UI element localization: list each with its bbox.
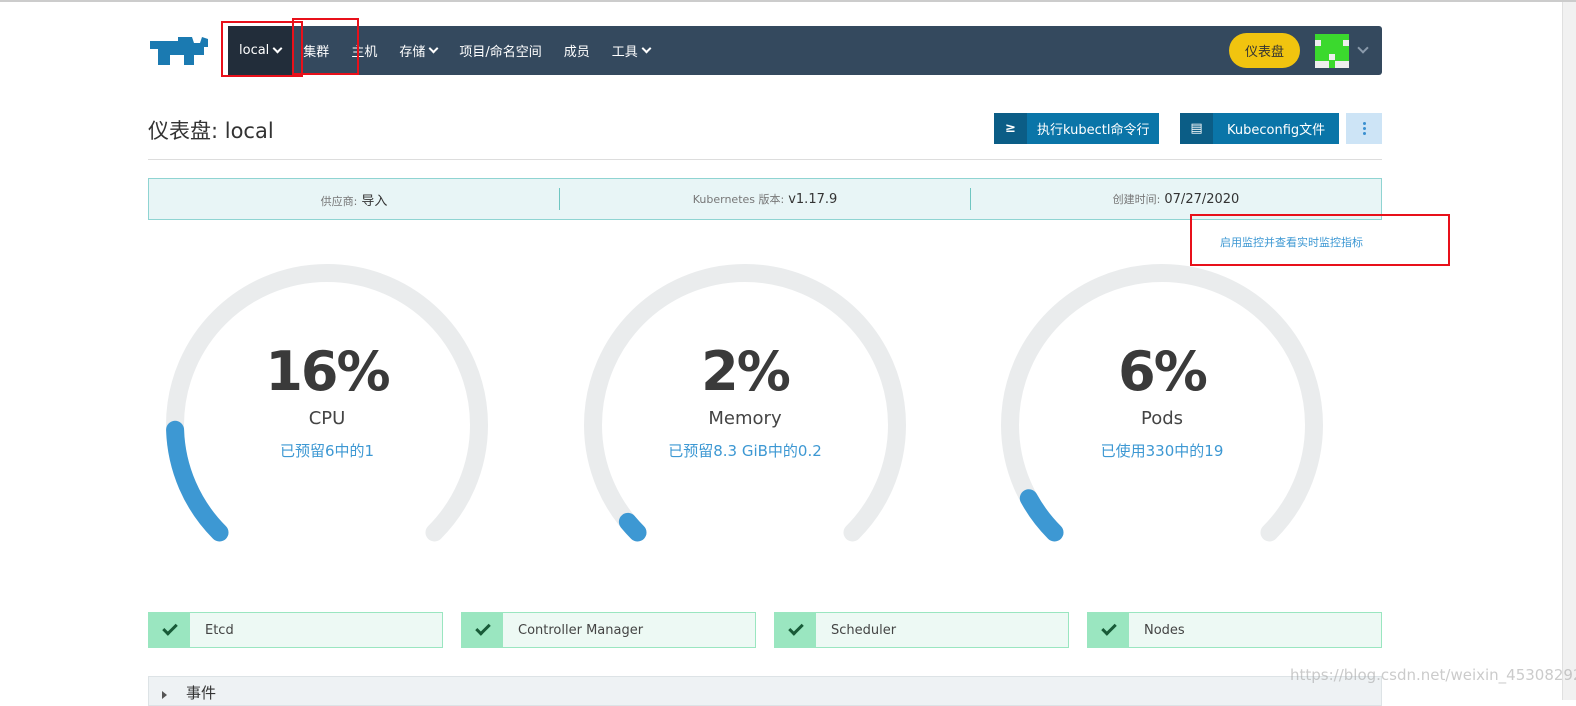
component-label: Nodes — [1144, 622, 1185, 638]
nav-item-projects[interactable]: 项目/命名空间 — [448, 26, 552, 75]
gauge-fill — [1019, 489, 1064, 542]
gauge-percent: 16% — [265, 340, 390, 403]
nav-label: 成员 — [563, 45, 590, 60]
label: Kubernetes 版本: — [692, 193, 785, 206]
label: 供应商: — [320, 194, 358, 208]
gauge-detail: 已预留8.3 GiB中的0.2 — [668, 442, 822, 460]
gauge-detail: 已预留6中的1 — [279, 442, 375, 460]
gauge-fill — [618, 512, 647, 542]
window-top-border — [0, 0, 1576, 2]
kubectl-button[interactable]: ≥ 执行kubectl命令行 — [994, 113, 1160, 144]
annotation-box — [292, 18, 359, 75]
scrollbar[interactable] — [1562, 2, 1576, 700]
nav-item-members[interactable]: 成员 — [553, 26, 601, 75]
nav-item-storage[interactable]: 存储 — [388, 26, 448, 75]
terminal-icon: ≥ — [994, 113, 1027, 144]
annotation-box — [1190, 214, 1450, 266]
created-info: 创建时间: 07/27/2020 — [971, 191, 1381, 207]
gauge-percent: 6% — [1118, 340, 1208, 403]
gauge-memory: 2% Memory 已预留8.3 GiB中的0.2 — [580, 262, 910, 552]
value: 导入 — [361, 193, 388, 209]
button-label: Kubeconfig文件 — [1227, 123, 1326, 138]
gauge-arc — [166, 264, 488, 542]
gauge-cpu: 16% CPU 已预留6中的1 — [162, 262, 492, 552]
gauge-arc — [584, 264, 906, 542]
label: 创建时间: — [1112, 193, 1161, 206]
nav-label: 工具 — [611, 45, 638, 60]
gauge-pods: 6% Pods 已使用330中的19 — [997, 262, 1327, 552]
chevron-down-icon — [428, 43, 439, 54]
nav-label: 项目/命名空间 — [459, 45, 542, 60]
component-label: Controller Manager — [518, 622, 644, 638]
caret-right-icon — [162, 691, 167, 699]
component-label: Scheduler — [831, 622, 897, 638]
component-scheduler: Scheduler — [774, 612, 1069, 648]
page-title: 仪表盘: local — [148, 119, 274, 143]
component-etcd: Etcd — [148, 612, 443, 648]
gauge-name: Pods — [1140, 408, 1184, 429]
nav-item-tools[interactable]: 工具 — [601, 26, 661, 75]
gauge-arc — [1001, 264, 1323, 542]
gauge-detail: 已使用330中的19 — [1100, 442, 1224, 460]
watermark: https://blog.csdn.net/weixin_45308292 — [1290, 666, 1576, 684]
kubeconfig-button[interactable]: ▤ Kubeconfig文件 — [1180, 113, 1340, 144]
avatar[interactable] — [1315, 34, 1349, 68]
annotation-box — [221, 21, 303, 77]
check-icon — [775, 613, 816, 647]
rancher-logo[interactable] — [148, 33, 218, 73]
more-actions-button[interactable] — [1346, 113, 1382, 144]
gauge-name: CPU — [308, 408, 346, 429]
dashboard-button[interactable]: 仪表盘 — [1229, 33, 1300, 68]
nav-label: 存储 — [399, 45, 426, 60]
divider — [148, 159, 1382, 160]
component-controller-manager: Controller Manager — [461, 612, 756, 648]
check-icon — [1088, 613, 1129, 647]
check-icon — [149, 613, 190, 647]
file-icon: ▤ — [1180, 113, 1213, 144]
value: v1.17.9 — [788, 192, 838, 207]
gauge-percent: 2% — [701, 340, 791, 403]
k8s-version-info: Kubernetes 版本: v1.17.9 — [560, 191, 970, 207]
top-nav: local 集群 主机 存储 项目/命名空间 成员 工具 仪表盘 — [228, 26, 1382, 75]
value: 07/27/2020 — [1164, 192, 1240, 207]
component-nodes: Nodes — [1087, 612, 1382, 648]
provider-info: 供应商: 导入 — [149, 190, 559, 209]
events-section-toggle[interactable]: 事件 — [148, 676, 1382, 706]
chevron-down-icon — [641, 43, 652, 54]
button-label: 执行kubectl命令行 — [1037, 123, 1150, 138]
chevron-down-icon[interactable] — [1357, 42, 1369, 54]
component-label: Etcd — [205, 622, 234, 638]
gauge-name: Memory — [708, 408, 782, 429]
check-icon — [462, 613, 503, 647]
